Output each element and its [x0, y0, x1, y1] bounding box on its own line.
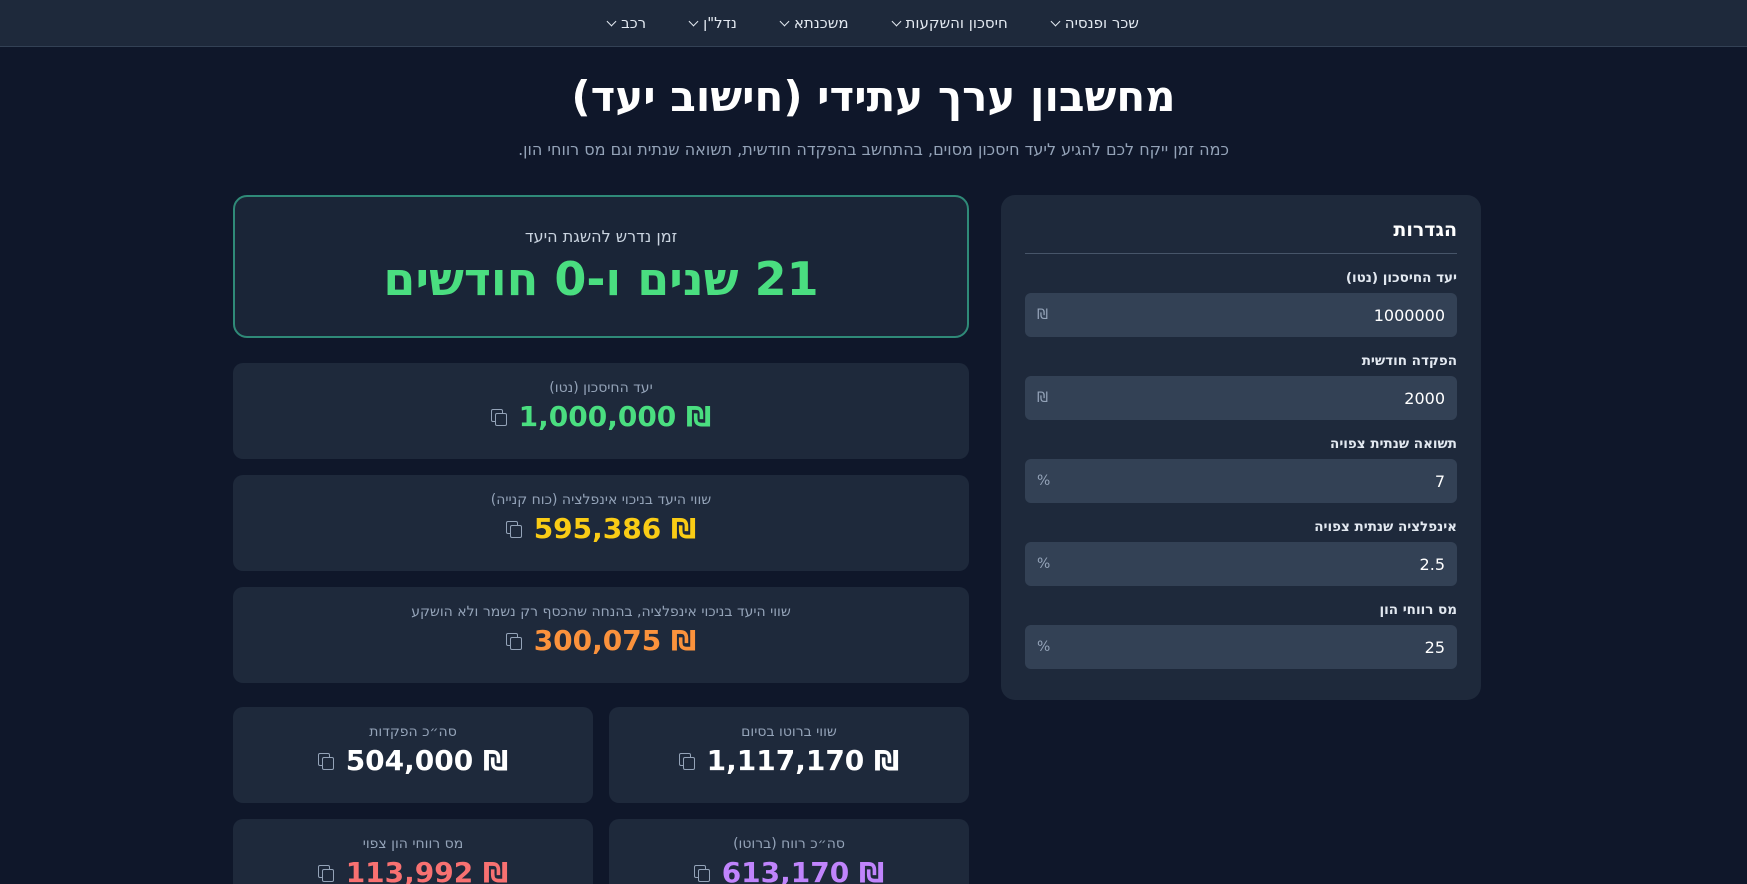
- copy-icon[interactable]: [505, 520, 522, 538]
- page-title: מחשבון ערך עתידי (חישוב יעד): [571, 72, 1176, 121]
- field-label: הפקדה חודשית: [1361, 353, 1457, 369]
- monthly-deposit-input[interactable]: 2000 ₪: [1025, 376, 1457, 420]
- chevron-down-icon: [891, 16, 901, 26]
- top-nav: שכר ופנסיה חיסכון והשקעות משכנתא נדל"ן ר…: [0, 0, 1747, 47]
- nav-item-mortgage[interactable]: משכנתא: [779, 14, 849, 32]
- nav-item-savings-investments[interactable]: חיסכון והשקעות: [891, 14, 1008, 32]
- saved-only-value: ₪ 300,075: [533, 624, 697, 657]
- time-to-goal-card: זמן נדרש להשגת היעד 21 שנים ו-0 חודשים: [233, 195, 969, 338]
- nav-item-label: נדל"ן: [703, 14, 737, 32]
- goal-input[interactable]: 1000000 ₪: [1025, 293, 1457, 337]
- field-value[interactable]: 1000000: [1374, 306, 1445, 325]
- field-value[interactable]: 7: [1435, 472, 1445, 491]
- monthly-deposit-field: הפקדה חודשית 2000 ₪: [1025, 353, 1457, 420]
- nav-item-label: שכר ופנסיה: [1064, 14, 1139, 32]
- nav-item-salary-pension[interactable]: שכר ופנסיה: [1050, 14, 1139, 32]
- capital-gains-tax-label: מס רווחי הון צפוי: [362, 836, 464, 852]
- field-label: מס רווחי הון: [1379, 602, 1457, 618]
- chevron-down-icon: [688, 16, 699, 26]
- total-deposits-value: ₪ 504,000: [345, 744, 509, 777]
- settings-title: הגדרות: [1025, 219, 1457, 254]
- goal-label: יעד החיסכון (נטו): [549, 380, 653, 396]
- total-profit-label: סה״כ רווח (ברוטו): [733, 836, 845, 852]
- field-value[interactable]: 2000: [1404, 389, 1445, 408]
- chevron-down-icon: [606, 16, 617, 26]
- nav-item-label: רכב: [621, 14, 647, 32]
- nav-item-label: משכנתא: [793, 14, 849, 32]
- field-label: יעד החיסכון (נטו): [1345, 270, 1457, 286]
- percent-icon: %: [1037, 639, 1051, 655]
- inflation-input[interactable]: 2.5 %: [1025, 542, 1457, 586]
- field-label: תשואה שנתית צפויה: [1330, 436, 1457, 452]
- gross-value-card: שווי ברוטו בסיום ₪ 1,117,170: [609, 707, 969, 803]
- saved-only-card: שווי היעד בניכוי אינפלציה, בהנחה שהכסף ר…: [233, 587, 969, 683]
- copy-icon[interactable]: [317, 752, 334, 770]
- shekel-icon: ₪: [1037, 307, 1048, 323]
- inflation-field: אינפלציה שנתית צפויה 2.5 %: [1025, 519, 1457, 586]
- percent-icon: %: [1037, 556, 1051, 572]
- chevron-down-icon: [1050, 16, 1061, 26]
- copy-icon[interactable]: [317, 864, 334, 882]
- gross-value-label: שווי ברוטו בסיום: [741, 724, 837, 740]
- total-deposits-label: סה״כ הפקדות: [369, 724, 457, 740]
- total-profit-value: ₪ 613,170: [721, 856, 885, 884]
- goal-card: יעד החיסכון (נטו) ₪ 1,000,000: [233, 363, 969, 459]
- settings-panel: הגדרות יעד החיסכון (נטו) 1000000 ₪ הפקדה…: [1001, 195, 1481, 700]
- annual-return-field: תשואה שנתית צפויה 7 %: [1025, 436, 1457, 503]
- nav-item-real-estate[interactable]: נדל"ן: [688, 14, 737, 32]
- real-value-label: שווי היעד בניכוי אינפלציה (כוח קנייה): [490, 492, 712, 508]
- saved-only-label: שווי היעד בניכוי אינפלציה, בהנחה שהכסף ר…: [411, 604, 791, 620]
- real-value-card: שווי היעד בניכוי אינפלציה (כוח קנייה) ₪ …: [233, 475, 969, 571]
- total-deposits-card: סה״כ הפקדות ₪ 504,000: [233, 707, 593, 803]
- time-to-goal-value: 21 שנים ו-0 חודשים: [383, 252, 819, 306]
- goal-value: ₪ 1,000,000: [518, 400, 712, 433]
- real-value: ₪ 595,386: [533, 512, 697, 545]
- shekel-icon: ₪: [1037, 390, 1048, 406]
- field-value[interactable]: 2.5: [1420, 555, 1445, 574]
- copy-icon[interactable]: [490, 408, 507, 426]
- total-profit-card: סה״כ רווח (ברוטו) ₪ 613,170: [609, 819, 969, 884]
- nav-item-car[interactable]: רכב: [606, 14, 647, 32]
- percent-icon: %: [1037, 473, 1051, 489]
- time-to-goal-label: זמן נדרש להשגת היעד: [524, 227, 678, 246]
- nav-item-label: חיסכון והשקעות: [905, 14, 1008, 32]
- capital-gains-tax-value: ₪ 113,992: [345, 856, 509, 884]
- copy-icon[interactable]: [693, 864, 710, 882]
- field-value[interactable]: 25: [1425, 638, 1445, 657]
- goal-field: יעד החיסכון (נטו) 1000000 ₪: [1025, 270, 1457, 337]
- annual-return-input[interactable]: 7 %: [1025, 459, 1457, 503]
- page-subtitle: כמה זמן ייקח לכם להגיע ליעד חיסכון מסוים…: [518, 140, 1229, 159]
- gross-value: ₪ 1,117,170: [706, 744, 900, 777]
- chevron-down-icon: [779, 16, 790, 26]
- copy-icon[interactable]: [678, 752, 695, 770]
- capital-gains-tax-card: מס רווחי הון צפוי ₪ 113,992: [233, 819, 593, 884]
- capital-gains-tax-field: מס רווחי הון 25 %: [1025, 602, 1457, 669]
- copy-icon[interactable]: [505, 632, 522, 650]
- capital-gains-tax-input[interactable]: 25 %: [1025, 625, 1457, 669]
- field-label: אינפלציה שנתית צפויה: [1314, 519, 1457, 535]
